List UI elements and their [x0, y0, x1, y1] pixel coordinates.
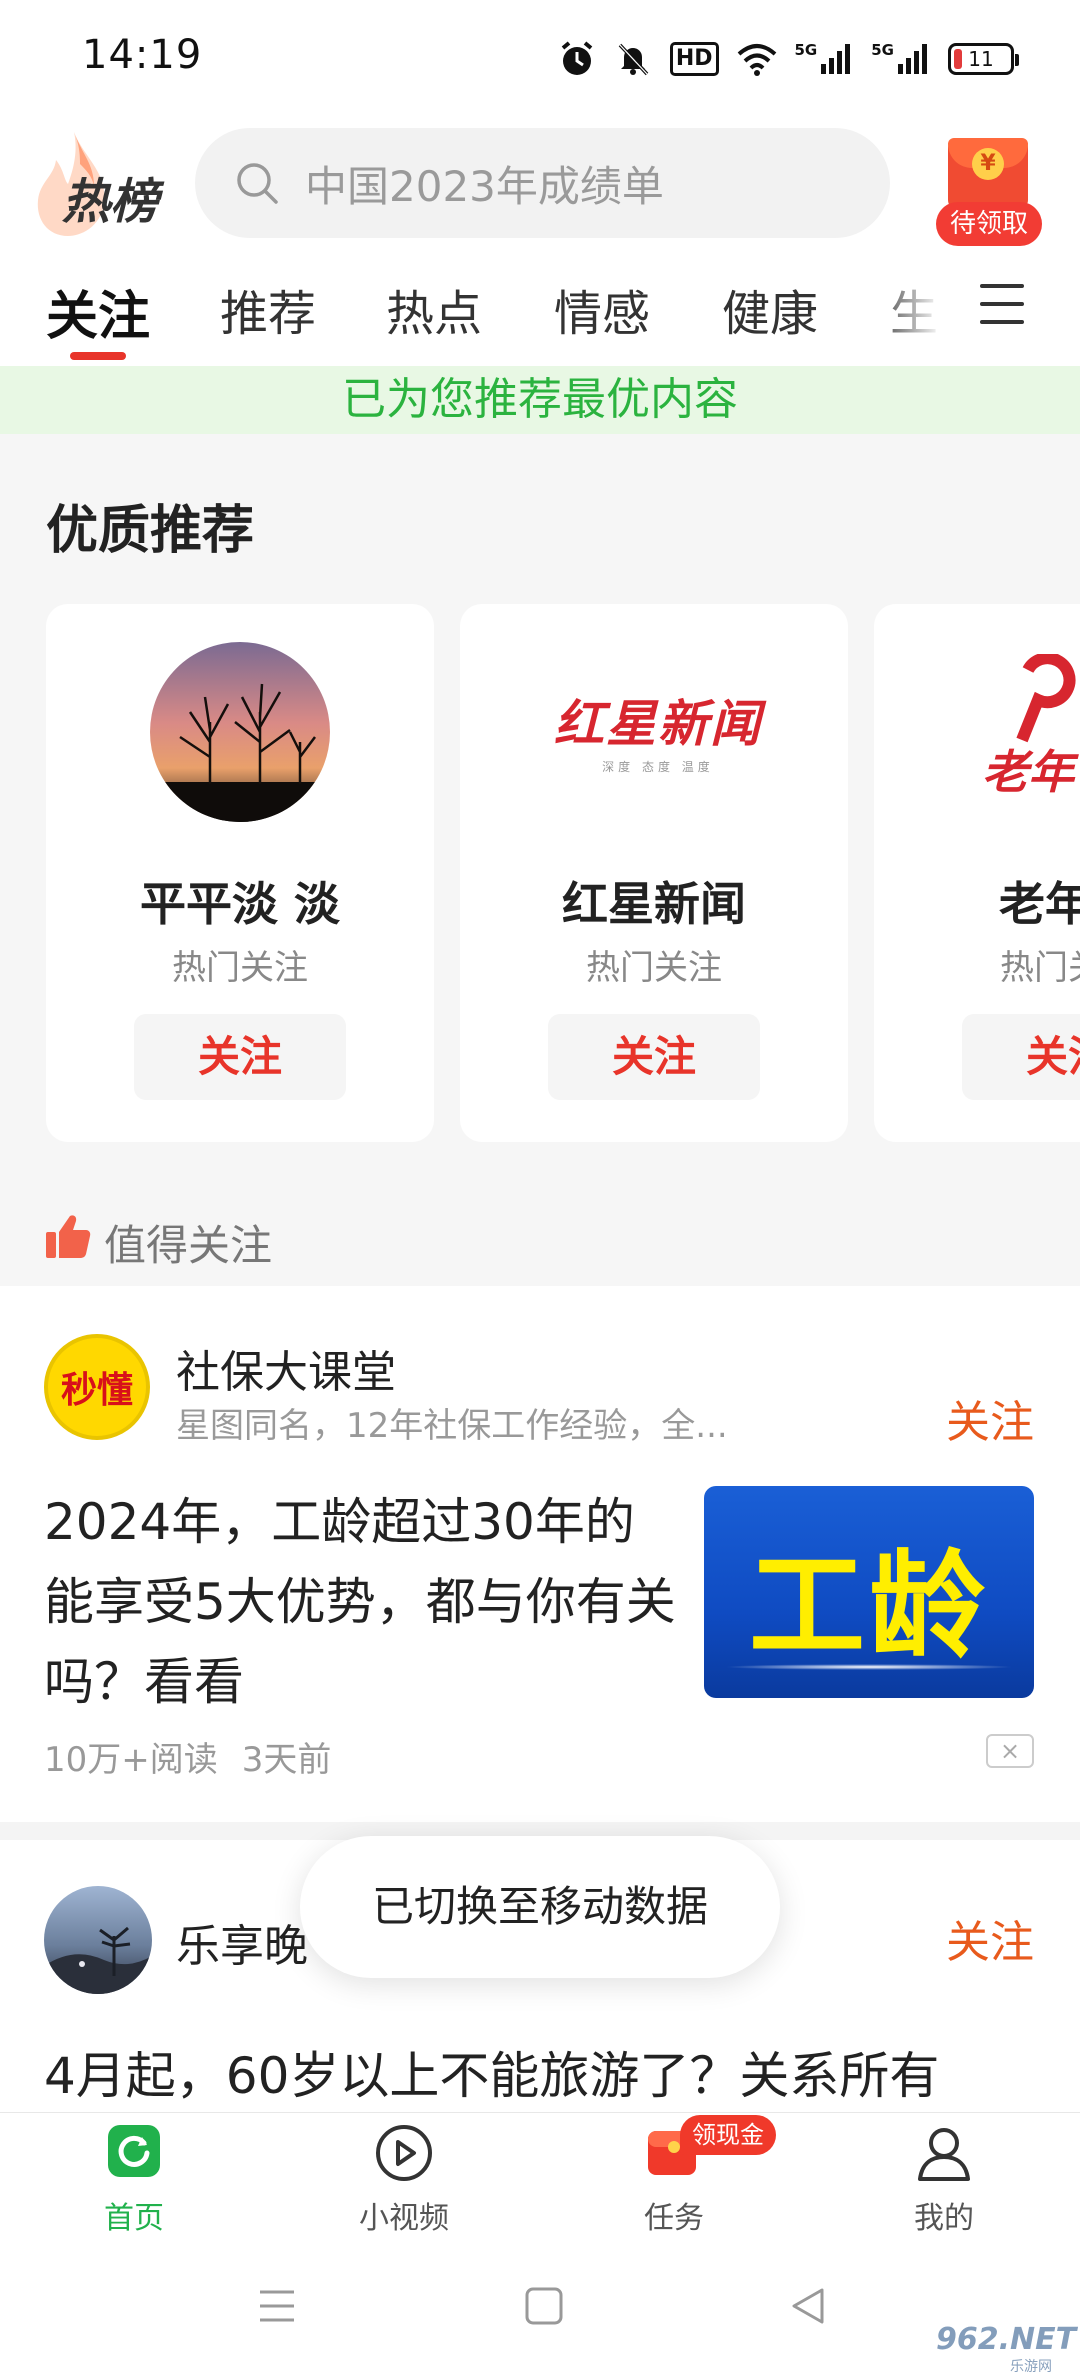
publish-time: 3天前 [241, 1740, 332, 1780]
search-icon [237, 163, 278, 204]
article-title[interactable]: 4月起，60岁以上不能旅游了？关系所有 [44, 2036, 939, 2108]
red-packet-label: 待领取 [936, 202, 1042, 246]
nav-label: 任务 [644, 2201, 704, 2236]
worth-following-header: 值得关注 [0, 1190, 1080, 1286]
thumb-up-icon [46, 1215, 91, 1258]
signal-2-label: 5G [871, 41, 894, 59]
nav-home[interactable]: 首页 [34, 2113, 234, 2241]
nav-tasks[interactable]: 领现金 任务 [574, 2113, 776, 2241]
follow-button[interactable]: 关注 [946, 1386, 1034, 1450]
battery-level: 11 [968, 47, 994, 71]
logo-text: 红星新闻 [554, 694, 762, 753]
watermark-sub: 乐游网 [1010, 2359, 1052, 2375]
nav-label: 首页 [104, 2201, 164, 2236]
avatar-text: 秒懂 [60, 1369, 133, 1411]
red-packet-button[interactable]: ¥ 待领取 [930, 138, 1048, 258]
card-name: 平平淡 淡 [139, 877, 340, 931]
app-header: 热榜 中国2023年成绩单 ¥ 待领取 [0, 120, 1080, 250]
system-navigation-bar: 962.NET 乐游网 [0, 2240, 1080, 2376]
tab-health[interactable]: 健康 [722, 274, 818, 344]
coin-icon: ¥ [972, 148, 1004, 180]
tab-recommend[interactable]: 推荐 [220, 274, 316, 344]
author-name[interactable]: 乐享晚 [176, 1910, 308, 1974]
signal-5g-icon-1: 5G [795, 39, 854, 79]
wifi-icon [737, 39, 777, 79]
status-icons: HD 5G 5G 11 [558, 36, 1019, 82]
article-meta: 10万+阅读 3天前 [44, 1732, 331, 1781]
toast-message: 已切换至移动数据 [300, 1836, 780, 1978]
author-name[interactable]: 社保大课堂 [176, 1336, 396, 1400]
person-icon [918, 2128, 970, 2181]
tab-hot[interactable]: 热点 [386, 274, 482, 344]
hd-label: HD [669, 42, 719, 76]
nav-profile[interactable]: 我的 [844, 2113, 1044, 2241]
card-subtitle: 热门关注 [172, 948, 308, 988]
worth-label: 值得关注 [104, 1221, 273, 1270]
follow-button[interactable]: 关注 [946, 1906, 1034, 1970]
nav-label: 我的 [914, 2201, 974, 2236]
category-tabs: 关注 推荐 热点 情感 健康 生 [0, 262, 1080, 362]
logo-tagline: 深度 态度 温度 [602, 760, 714, 774]
tab-emotion[interactable]: 情感 [554, 274, 650, 344]
card-name: 老年日 [999, 877, 1080, 931]
status-bar: 14:19 HD 5G 5G 11 [0, 0, 1080, 120]
bottom-navigation: 首页 小视频 领现金 任务 我的 [0, 2112, 1080, 2240]
dismiss-button[interactable]: × [986, 1734, 1034, 1768]
card-subtitle: 热门关注 [586, 948, 722, 988]
menu-nav-icon[interactable] [256, 2286, 298, 2326]
elderly-daily-logo: 老年 [964, 654, 1080, 799]
hongxing-news-logo: 红星新闻 深度 态度 温度 [538, 684, 778, 784]
nav-label: 小视频 [359, 2201, 449, 2236]
search-input[interactable]: 中国2023年成绩单 [195, 128, 890, 238]
nav-short-video[interactable]: 小视频 [304, 2113, 504, 2241]
recommend-banner: 已为您推荐最优内容 [0, 366, 1080, 434]
quality-recommend-section: 优质推荐 平平淡 淡 热门关注 关注 红星新闻 深度 态度 温度 红星新闻 热门… [0, 434, 1080, 1190]
logo-text: 老年 [982, 745, 1074, 799]
avatar[interactable]: 秒懂 [44, 1334, 150, 1440]
mute-bell-icon [614, 39, 652, 79]
article-thumbnail[interactable]: 工龄 [704, 1486, 1034, 1698]
follow-button[interactable]: 关注 [962, 1014, 1080, 1100]
home-nav-icon[interactable] [524, 2286, 564, 2326]
play-circle-icon [376, 2125, 432, 2181]
follow-button[interactable]: 关注 [548, 1014, 760, 1100]
card-subtitle: 热门关注 [1000, 948, 1080, 988]
section-title: 优质推荐 [46, 501, 255, 561]
back-nav-icon[interactable] [788, 2286, 828, 2326]
menu-icon[interactable] [980, 284, 1028, 334]
hot-list-logo[interactable]: 热榜 [34, 128, 174, 238]
sunset-tree-avatar [150, 642, 330, 822]
read-count: 10万+阅读 [44, 1740, 218, 1780]
search-placeholder: 中国2023年成绩单 [305, 161, 664, 211]
article-title[interactable]: 2024年，工龄超过30年的能享受5大优势，都与你有关吗？看看 [44, 1482, 684, 1722]
status-time: 14:19 [82, 32, 203, 78]
alarm-icon [558, 39, 596, 79]
cash-badge: 领现金 [680, 2115, 776, 2155]
hd-voice-icon: HD [669, 39, 719, 79]
watermark: 962.NET [936, 2322, 1077, 2357]
signal-1-label: 5G [794, 41, 818, 59]
recommend-card[interactable]: 红星新闻 深度 态度 温度 红星新闻 热门关注 关注 [460, 604, 848, 1142]
feed-item[interactable]: 秒懂 社保大课堂 星图同名，12年社保工作经验，全... 关注 2024年，工龄… [0, 1286, 1080, 1822]
thumbnail-text: 工龄 [749, 1539, 989, 1674]
tab-follow[interactable]: 关注 [46, 274, 150, 349]
avatar[interactable] [44, 1886, 152, 1994]
battery-icon: 11 [948, 39, 1019, 79]
card-name: 红星新闻 [562, 877, 746, 931]
recommend-card[interactable]: 老年 老年日 热门关注 关注 [874, 604, 1080, 1142]
author-description: 星图同名，12年社保工作经验，全... [176, 1406, 728, 1446]
signal-5g-icon-2: 5G [871, 39, 930, 79]
follow-button[interactable]: 关注 [134, 1014, 346, 1100]
active-tab-indicator [70, 352, 126, 360]
home-refresh-icon [108, 2125, 160, 2177]
logo-text: 热榜 [62, 174, 159, 230]
recommend-card[interactable]: 平平淡 淡 热门关注 关注 [46, 604, 434, 1142]
